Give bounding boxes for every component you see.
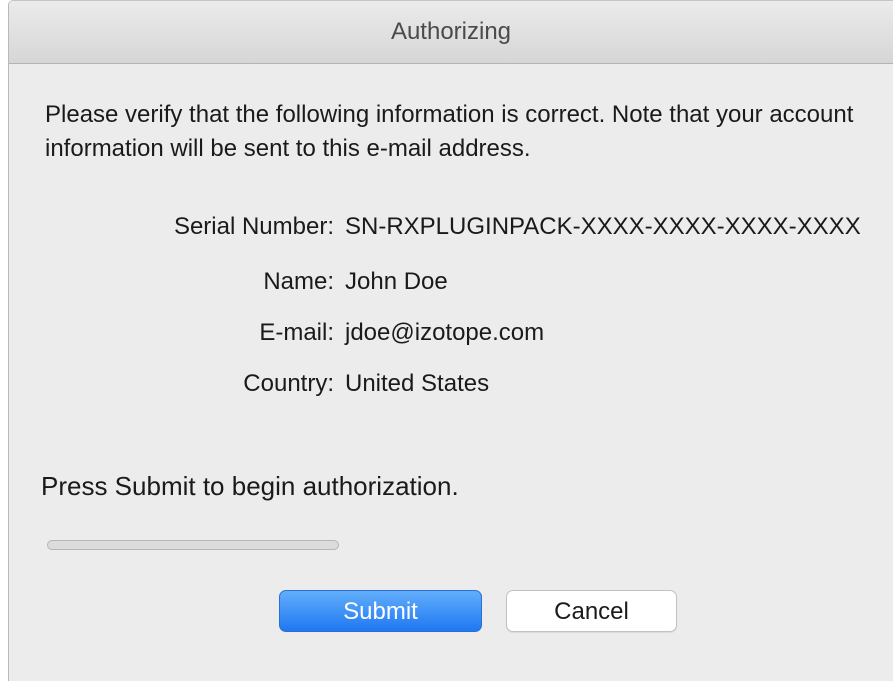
authorization-progress-bar — [47, 540, 339, 550]
country-row: Country: United States — [9, 370, 893, 404]
window-title: Authorizing — [390, 18, 512, 45]
serial-number-label: Serial Number: — [173, 213, 334, 240]
email-label: E-mail: — [259, 319, 334, 346]
name-label: Name: — [263, 268, 334, 295]
email-row: E-mail: jdoe@izotope.com — [9, 319, 893, 353]
status-message: Press Submit to begin authorization. — [41, 471, 459, 501]
country-label: Country: — [243, 370, 334, 397]
submit-button[interactable]: Submit — [279, 590, 482, 632]
cancel-button[interactable]: Cancel — [506, 590, 677, 632]
serial-number-row: Serial Number: SN-RXPLUGINPACK-XXXX-XXXX… — [9, 213, 893, 247]
country-value: United States — [345, 370, 490, 397]
intro-message: Please verify that the following informa… — [45, 101, 854, 162]
name-value: John Doe — [345, 268, 448, 295]
title-bar[interactable]: Authorizing — [9, 1, 893, 64]
email-value: jdoe@izotope.com — [345, 319, 545, 346]
serial-number-value: SN-RXPLUGINPACK-XXXX-XXXX-XXXX-XXXX — [345, 213, 861, 240]
name-row: Name: John Doe — [9, 268, 893, 302]
authorizing-dialog: Authorizing Please verify that the follo… — [8, 0, 893, 681]
